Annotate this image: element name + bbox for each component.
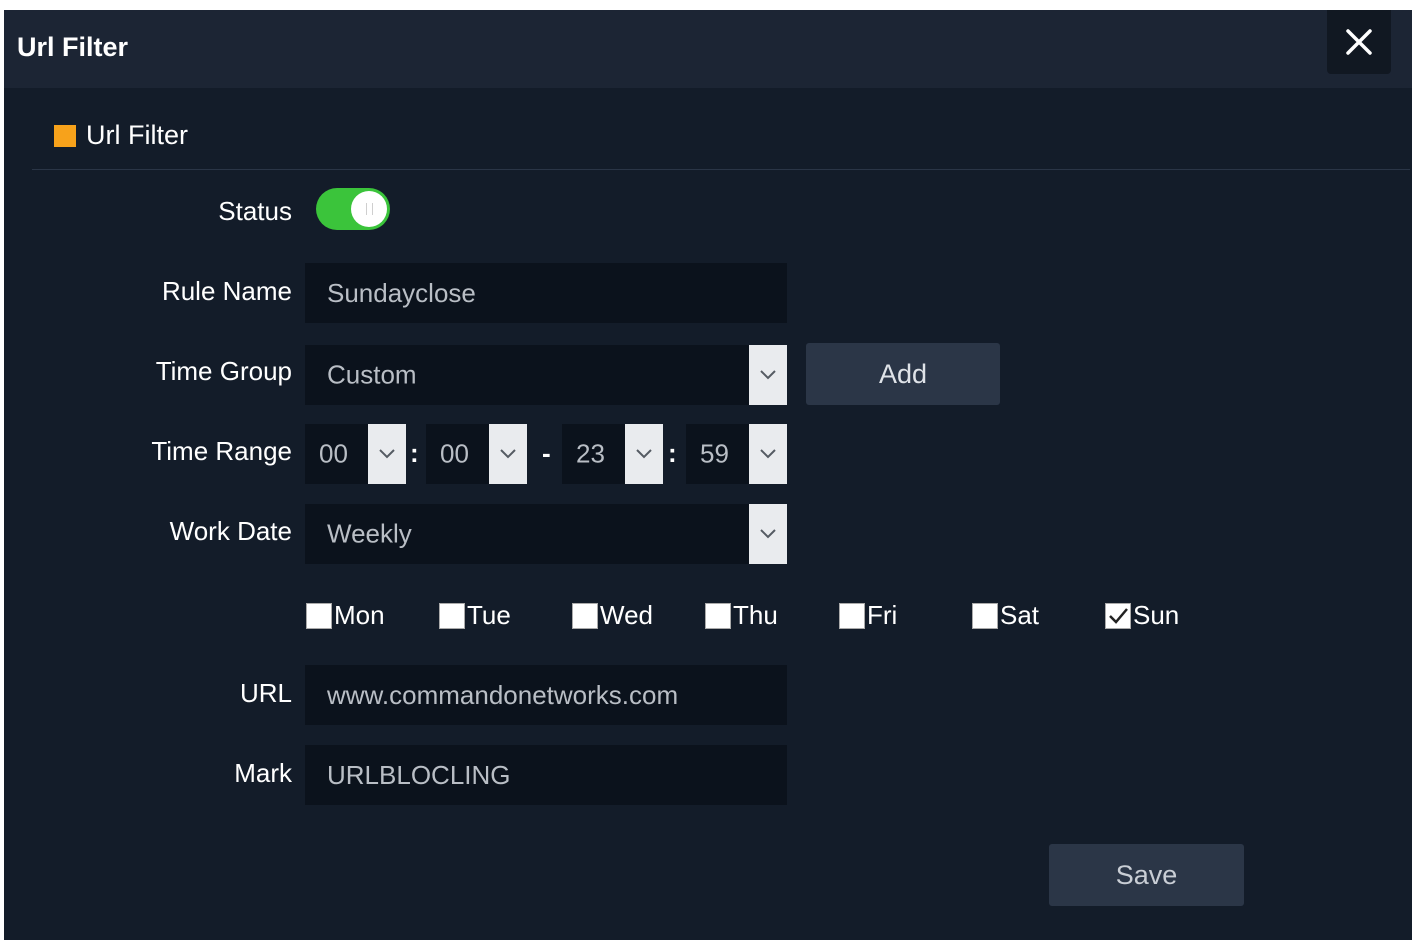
chevron-down-icon (760, 529, 776, 539)
time-colon-separator: : (410, 438, 419, 468)
checkmark-icon (1109, 607, 1128, 624)
chevron-down-icon (379, 449, 395, 459)
end-minute-select[interactable]: 59 (686, 424, 787, 484)
end-hour-dropdown-button[interactable] (625, 424, 663, 484)
checkbox-box[interactable] (705, 602, 731, 629)
url-label: URL (239, 678, 292, 708)
work-date-dropdown-button[interactable] (749, 504, 787, 564)
start-minute-value: 00 (440, 438, 469, 469)
end-hour-select[interactable]: 23 (562, 424, 663, 484)
section-header: Url Filter (54, 120, 188, 151)
dialog-title: Url Filter (17, 32, 129, 62)
chevron-down-icon (636, 449, 652, 459)
start-hour-dropdown-button[interactable] (368, 424, 406, 484)
day-checkbox-sat[interactable]: Sat (972, 600, 1039, 631)
work-date-label: Work Date (169, 516, 292, 546)
section-divider (32, 169, 1410, 170)
toggle-knob (351, 191, 387, 227)
url-input[interactable]: www.commandonetworks.com (305, 665, 787, 725)
end-minute-value: 59 (700, 438, 729, 469)
day-checkbox-sun[interactable]: Sun (1105, 600, 1179, 631)
checkbox-box[interactable] (572, 602, 598, 629)
day-label: Tue (467, 600, 511, 630)
time-group-dropdown-button[interactable] (749, 345, 787, 405)
checkbox-box[interactable] (839, 602, 865, 629)
work-date-select[interactable]: Weekly (305, 504, 787, 564)
checkbox-box[interactable] (972, 602, 998, 629)
day-checkbox-thu[interactable]: Thu (705, 600, 778, 631)
start-hour-value: 00 (319, 438, 348, 469)
day-label: Sat (1000, 600, 1040, 630)
section-title: Url Filter (86, 120, 188, 150)
status-label: Status (218, 196, 292, 226)
start-minute-select[interactable]: 00 (426, 424, 527, 484)
chevron-down-icon (760, 370, 776, 380)
day-label: Thu (733, 600, 778, 630)
close-icon (1346, 29, 1372, 55)
day-label: Sun (1133, 600, 1180, 630)
section-marker (54, 124, 76, 147)
day-label: Wed (600, 600, 653, 630)
add-time-group-button[interactable]: Add (806, 343, 1000, 405)
time-group-value: Custom (327, 359, 417, 390)
rule-name-label: Rule Name (161, 276, 292, 306)
day-checkbox-fri[interactable]: Fri (839, 600, 897, 631)
day-label: Mon (334, 600, 385, 630)
close-button[interactable] (1327, 10, 1391, 74)
time-range-label: Time Range (151, 436, 292, 466)
time-group-label: Time Group (155, 356, 292, 386)
mark-label: Mark (234, 758, 292, 788)
rule-name-input[interactable]: Sundayclose (305, 263, 787, 323)
start-hour-select[interactable]: 00 (305, 424, 406, 484)
chevron-down-icon (500, 449, 516, 459)
time-colon-separator: : (668, 438, 677, 468)
mark-input[interactable]: URLBLOCLING (305, 745, 787, 805)
end-hour-value: 23 (576, 438, 605, 469)
time-range-dash: - (542, 438, 551, 468)
time-group-select[interactable]: Custom (305, 345, 787, 405)
status-toggle[interactable] (316, 188, 390, 230)
url-filter-dialog: Url Filter Url Filter Status Rule Name S… (4, 10, 1412, 940)
work-date-value: Weekly (327, 518, 412, 549)
day-label: Fri (867, 600, 898, 630)
day-checkbox-mon[interactable]: Mon (306, 600, 385, 631)
end-minute-dropdown-button[interactable] (749, 424, 787, 484)
checkbox-box[interactable] (439, 602, 465, 629)
checkbox-box[interactable] (1105, 602, 1131, 629)
day-checkbox-wed[interactable]: Wed (572, 600, 653, 631)
day-checkbox-tue[interactable]: Tue (439, 600, 511, 631)
dialog-titlebar: Url Filter (4, 10, 1412, 88)
chevron-down-icon (760, 449, 776, 459)
checkbox-box[interactable] (306, 602, 332, 629)
save-button[interactable]: Save (1049, 844, 1244, 906)
start-minute-dropdown-button[interactable] (489, 424, 527, 484)
